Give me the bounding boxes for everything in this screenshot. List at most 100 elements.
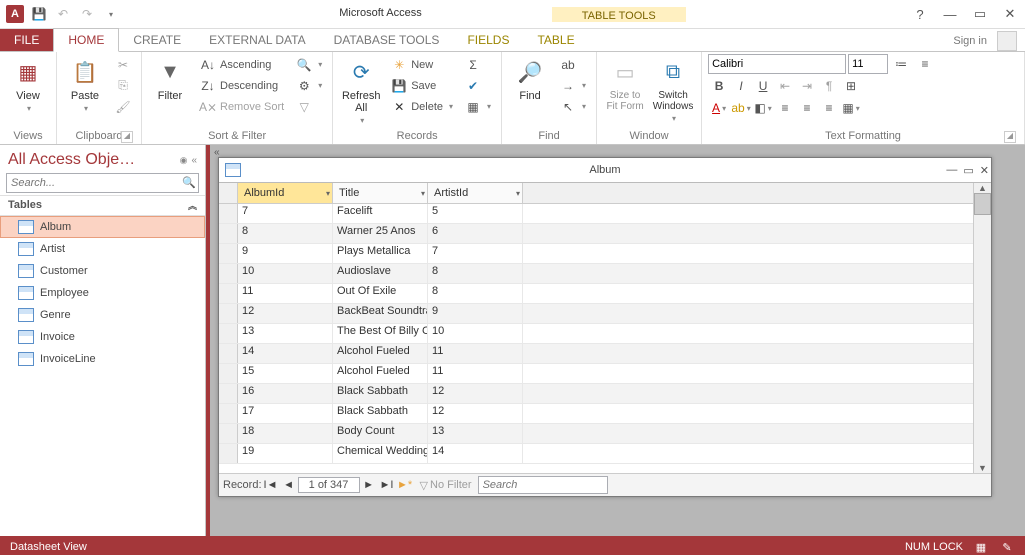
cut-button[interactable]: ✂ (111, 54, 135, 75)
cell[interactable]: 18 (238, 424, 333, 443)
cell[interactable]: 12 (428, 404, 523, 423)
row-selector[interactable] (219, 284, 238, 303)
nav-table-album[interactable]: Album (0, 216, 205, 238)
table-row[interactable]: 17Black Sabbath12 (219, 404, 973, 424)
toggle-filter-button[interactable]: ▽ (292, 96, 326, 117)
table-row[interactable]: 7Facelift5 (219, 204, 973, 224)
row-selector[interactable] (219, 204, 238, 223)
row-selector[interactable] (219, 244, 238, 263)
vertical-scrollbar[interactable]: ▲ ▼ (973, 183, 991, 473)
find-button[interactable]: 🔎 Find (508, 54, 552, 104)
bold-button[interactable]: B (708, 76, 730, 96)
delete-record-button[interactable]: ✕Delete (387, 96, 457, 117)
cell[interactable]: 7 (238, 204, 333, 223)
indent-inc-icon[interactable]: ⇥ (796, 76, 818, 96)
col-artistid[interactable]: ArtistId▾ (428, 183, 523, 203)
bullets-icon[interactable]: ≔ (890, 54, 912, 74)
table-row[interactable]: 10Audioslave8 (219, 264, 973, 284)
cell[interactable]: 15 (238, 364, 333, 383)
nav-dropdown-icon[interactable]: ◉ (180, 155, 188, 166)
scroll-thumb[interactable] (974, 193, 991, 215)
cell[interactable]: 9 (428, 304, 523, 323)
nav-collapse-icon[interactable]: « (191, 155, 197, 166)
cell[interactable]: Body Count (333, 424, 428, 443)
refresh-all-button[interactable]: ⟳ Refresh All (339, 54, 383, 127)
cell[interactable]: 11 (428, 364, 523, 383)
cell[interactable]: 19 (238, 444, 333, 463)
chevron-down-icon[interactable]: ▾ (421, 189, 425, 198)
design-view-btn-icon[interactable]: ✎ (999, 539, 1015, 555)
select-button[interactable]: ↖ (556, 96, 590, 117)
descending-button[interactable]: Z↓Descending (196, 75, 288, 96)
font-size-input[interactable] (848, 54, 888, 74)
align-left-icon[interactable]: ≡ (774, 98, 796, 118)
datasheet-grid[interactable]: AlbumId▾ Title▾ ArtistId▾ 7Facelift58War… (219, 183, 973, 473)
save-record-button[interactable]: 💾Save (387, 75, 457, 96)
tab-create[interactable]: CREATE (119, 29, 195, 51)
table-row[interactable]: 18Body Count13 (219, 424, 973, 444)
cell[interactable]: 13 (238, 324, 333, 343)
chevron-down-icon[interactable]: ▾ (516, 189, 520, 198)
cell[interactable]: 8 (428, 264, 523, 283)
font-name-input[interactable] (708, 54, 846, 74)
cell[interactable]: Warner 25 Anos (333, 224, 428, 243)
tab-file[interactable]: FILE (0, 29, 53, 51)
gridlines-icon[interactable]: ⊞ (840, 76, 862, 96)
nav-table-invoiceline[interactable]: InvoiceLine (0, 348, 205, 370)
italic-button[interactable]: I (730, 76, 752, 96)
paste-button[interactable]: 📋 Paste (63, 54, 107, 115)
cell[interactable]: 10 (428, 324, 523, 343)
no-filter-indicator[interactable]: ▽No Filter (420, 479, 472, 492)
row-selector[interactable] (219, 384, 238, 403)
cell[interactable]: 16 (238, 384, 333, 403)
tab-fields[interactable]: FIELDS (453, 29, 523, 51)
table-row[interactable]: 14Alcohol Fueled11 (219, 344, 973, 364)
selection-filter-button[interactable]: 🔍 (292, 54, 326, 75)
row-selector[interactable] (219, 264, 238, 283)
select-all-cell[interactable] (219, 183, 238, 203)
first-record-icon[interactable]: I◄ (262, 479, 280, 491)
indent-dec-icon[interactable]: ⇤ (774, 76, 796, 96)
shutter-bar-icon[interactable]: « (214, 147, 220, 158)
row-selector[interactable] (219, 304, 238, 323)
cell[interactable]: Black Sabbath (333, 404, 428, 423)
cell[interactable]: 11 (238, 284, 333, 303)
cell[interactable]: 12 (428, 384, 523, 403)
cell[interactable]: 8 (428, 284, 523, 303)
cell[interactable]: 10 (238, 264, 333, 283)
table-row[interactable]: 13The Best Of Billy Cobham10 (219, 324, 973, 344)
cell[interactable]: Audioslave (333, 264, 428, 283)
cell[interactable]: 13 (428, 424, 523, 443)
chevron-down-icon[interactable]: ▾ (326, 189, 330, 198)
col-albumid[interactable]: AlbumId▾ (238, 183, 333, 203)
cell[interactable]: Alcohol Fueled (333, 364, 428, 383)
nav-table-invoice[interactable]: Invoice (0, 326, 205, 348)
format-painter-button[interactable]: 🖌 (111, 96, 135, 117)
cell[interactable]: Facelift (333, 204, 428, 223)
size-to-fit-button[interactable]: ▭ Size to Fit Form (603, 54, 647, 114)
nav-title[interactable]: All Access Obje… (8, 151, 176, 169)
cell[interactable]: 8 (238, 224, 333, 243)
scroll-down-icon[interactable]: ▼ (978, 463, 987, 473)
table-row[interactable]: 8Warner 25 Anos6 (219, 224, 973, 244)
copy-button[interactable]: ⎘ (111, 75, 135, 96)
filter-button[interactable]: ▼ Filter (148, 54, 192, 104)
tab-table[interactable]: TABLE (523, 29, 588, 51)
advanced-filter-button[interactable]: ⚙ (292, 75, 326, 96)
cell[interactable]: Alcohol Fueled (333, 344, 428, 363)
font-color-button[interactable]: A (708, 98, 730, 118)
ascending-button[interactable]: A↓Ascending (196, 54, 288, 75)
table-row[interactable]: 9Plays Metallica7 (219, 244, 973, 264)
minimize-icon[interactable]: — (937, 4, 963, 24)
record-search-input[interactable] (478, 476, 608, 494)
qat-customize-icon[interactable]: ▾ (99, 3, 123, 25)
subwin-maximize-icon[interactable]: ▭ (963, 164, 973, 177)
new-record-button[interactable]: ✳New (387, 54, 457, 75)
col-title[interactable]: Title▾ (333, 183, 428, 203)
switch-windows-button[interactable]: ⧉ Switch Windows (651, 54, 695, 125)
align-right-icon[interactable]: ≡ (818, 98, 840, 118)
last-record-icon[interactable]: ►I (378, 479, 396, 491)
search-icon[interactable]: 🔍 (182, 176, 196, 189)
nav-search-input[interactable] (6, 173, 199, 193)
table-row[interactable]: 15Alcohol Fueled11 (219, 364, 973, 384)
